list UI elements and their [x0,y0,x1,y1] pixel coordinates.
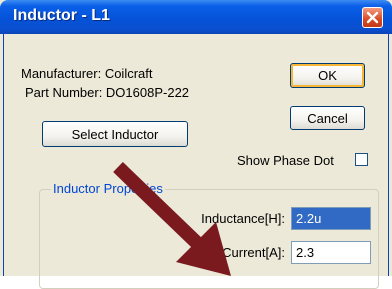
inductor-properties-group [39,189,379,289]
inductance-label: Inductance[H]: [201,211,285,226]
manufacturer-label: Manufacturer: Coilcraft [21,66,153,81]
select-inductor-button[interactable]: Select Inductor [42,121,188,147]
ok-button[interactable]: OK [290,63,365,88]
inductor-properties-label: Inductor Properties [51,181,165,196]
show-phase-dot-label: Show Phase Dot [237,153,334,168]
show-phase-dot-checkbox[interactable] [355,153,368,166]
title-bar[interactable]: Inductor - L1 [0,0,392,34]
close-button[interactable] [362,7,383,28]
part-number-label: Part Number: DO1608P-222 [25,85,190,100]
peak-current-label: Peak Current[A]: [188,245,285,260]
close-icon [366,11,379,24]
inductor-dialog: Inductor - L1 Manufacturer: Coilcraft Pa… [0,0,392,289]
inductance-input[interactable] [291,207,371,230]
window-title: Inductor - L1 [13,7,110,24]
cancel-button[interactable]: Cancel [290,106,365,130]
peak-current-input[interactable] [291,241,371,264]
